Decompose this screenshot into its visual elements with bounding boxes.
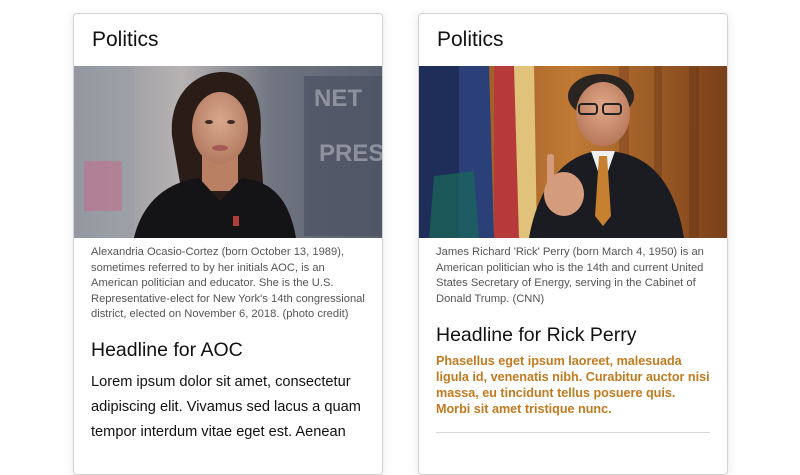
photo-caption: James Richard 'Rick' Perry (born March 4… — [436, 246, 704, 305]
svg-text:PRES: PRES — [319, 140, 382, 167]
section-divider — [436, 432, 710, 433]
news-card-rick-perry: Politics James Richard 'Rick' Perry (bor… — [418, 13, 728, 475]
card-category: Politics — [437, 28, 504, 51]
aoc-photo-image: NET PRES — [74, 66, 382, 238]
card-category: Politics — [92, 28, 159, 51]
card-photo — [419, 66, 727, 238]
article-body-highlight: Phasellus eget ipsum laoreet, malesuada … — [436, 354, 710, 416]
news-card-aoc: Politics NET PRES Alexandria Ocasio-Cort… — [73, 13, 383, 475]
card-photo: NET PRES — [74, 66, 382, 238]
photo-caption: Alexandria Ocasio-Cortez (born October 1… — [91, 246, 365, 320]
rick-perry-photo-image — [419, 66, 727, 238]
article-body: Lorem ipsum dolor sit amet, consectetur … — [91, 374, 361, 440]
svg-text:NET: NET — [314, 85, 362, 112]
article-headline[interactable]: Headline for Rick Perry — [436, 324, 717, 347]
article-headline[interactable]: Headline for AOC — [91, 339, 372, 362]
